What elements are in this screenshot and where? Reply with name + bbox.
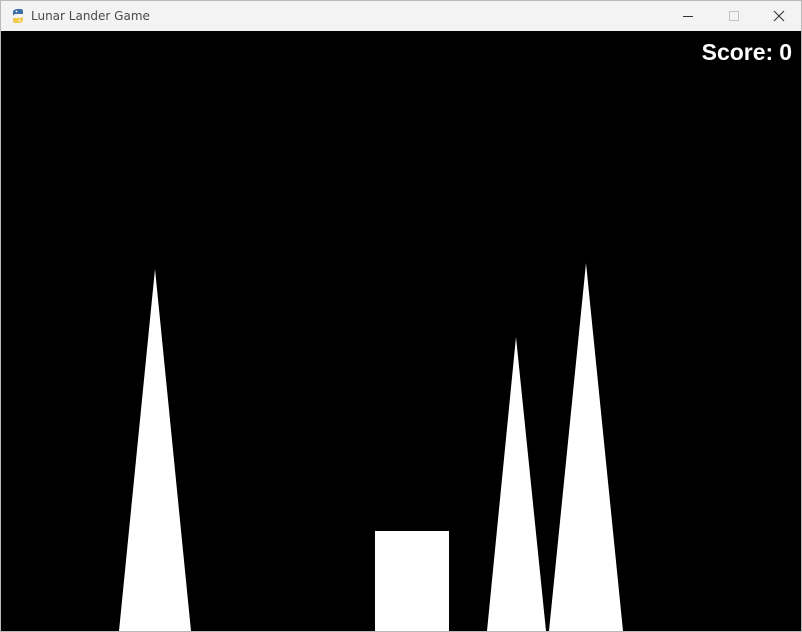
mountain-spike-middle xyxy=(487,337,546,631)
title-bar[interactable]: Lunar Lander Game xyxy=(1,1,801,31)
minimize-button[interactable] xyxy=(665,1,711,31)
game-canvas[interactable]: Score: 0 xyxy=(1,31,801,631)
mountain-spike-left xyxy=(119,269,191,631)
maximize-button[interactable] xyxy=(711,1,757,31)
maximize-icon xyxy=(729,11,739,21)
mountain-spike-right xyxy=(549,263,623,631)
score-label: Score: xyxy=(701,39,774,65)
python-icon xyxy=(10,8,26,24)
close-button[interactable] xyxy=(756,1,801,31)
window-title: Lunar Lander Game xyxy=(31,9,150,23)
score-value: 0 xyxy=(779,39,792,65)
terrain-layer xyxy=(119,263,623,631)
game-window: Lunar Lander Game Score: 0 xyxy=(0,0,802,632)
score-display: Score: 0 xyxy=(702,39,792,66)
close-icon xyxy=(773,10,785,22)
minimize-icon xyxy=(683,16,693,17)
landing-pad xyxy=(375,531,449,631)
